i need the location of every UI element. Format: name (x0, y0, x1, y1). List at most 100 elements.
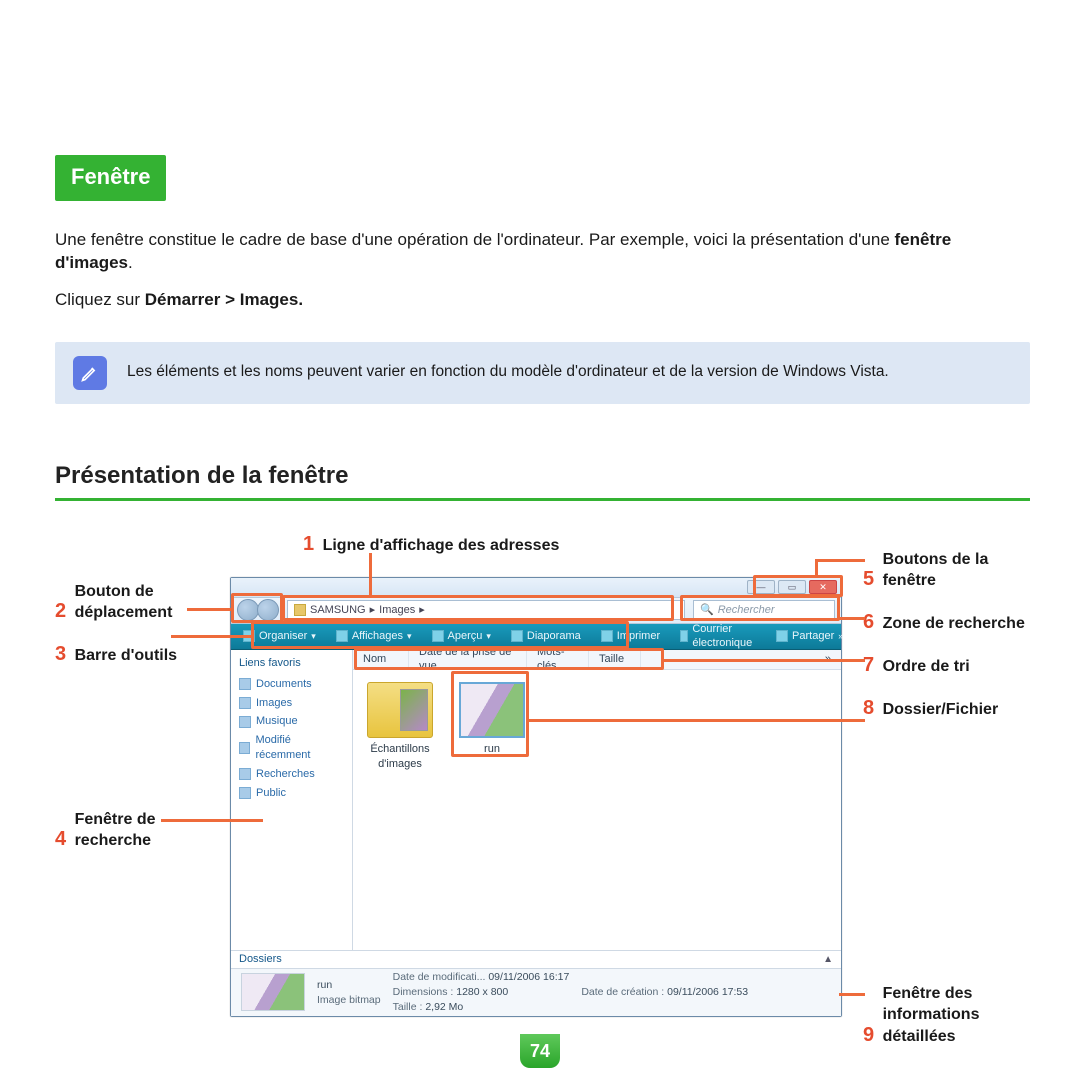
search-placeholder: Rechercher (718, 603, 775, 618)
breadcrumb-sep-icon: ▸ (370, 603, 376, 618)
details-thumbnail (241, 973, 305, 1011)
file-item[interactable]: run (457, 682, 527, 757)
details-mod-label: Date de modificati... (393, 971, 486, 983)
sidebar-item-label: Documents (256, 677, 312, 692)
nav-buttons (237, 599, 279, 621)
column-header-mots[interactable]: Mots-clés (527, 650, 589, 669)
intro-text-post: . (128, 253, 133, 272)
back-button[interactable] (237, 599, 259, 621)
details-created-col: Date de création : 09/11/2006 17:53 (581, 985, 748, 999)
intro-sentence-2: Cliquez sur Démarrer > Images. (55, 289, 1030, 312)
toolbar-courrier[interactable]: Courrier électronique (672, 620, 764, 654)
note-box: Les éléments et les noms peuvent varier … (55, 342, 1030, 404)
callout-number-5: 5 (863, 568, 874, 590)
breadcrumb-seg-1: SAMSUNG (310, 603, 366, 618)
sidebar-item[interactable]: Images (239, 694, 344, 713)
folder-icon (294, 604, 306, 616)
mail-icon (680, 630, 688, 642)
callout-number-3: 3 (55, 643, 66, 665)
intro-block: Une fenêtre constitue le cadre de base d… (55, 229, 1030, 312)
callout-text-4: Fenêtre de recherche (75, 809, 185, 852)
forward-button[interactable] (257, 599, 279, 621)
close-button[interactable]: ✕ (809, 580, 837, 594)
connector-line (839, 617, 865, 620)
minimize-button[interactable]: — (747, 580, 775, 594)
search-input[interactable]: 🔍 Rechercher (693, 600, 835, 620)
chevron-right-icon: » (838, 630, 843, 642)
details-dim-label: Dimensions : (393, 986, 454, 998)
column-header-date[interactable]: Date de la prise de vue (409, 650, 527, 669)
chevron-down-icon: ▾ (486, 630, 491, 642)
note-text: Les éléments et les noms peuvent varier … (127, 362, 889, 383)
connector-line (663, 659, 865, 662)
toolbar-label: Partager (792, 629, 834, 644)
toolbar-label: Organiser (259, 629, 307, 644)
sidebar-item[interactable]: Recherches (239, 765, 344, 784)
callout-text-8: Dossier/Fichier (883, 701, 999, 718)
callout-number-2: 2 (55, 600, 66, 622)
doc-icon (239, 678, 251, 690)
folders-toggle-bar[interactable]: Dossiers ▲ (231, 950, 841, 968)
recent-icon (239, 742, 250, 754)
details-created-value: 09/11/2006 17:53 (667, 986, 748, 998)
sidebar-item-label: Public (256, 786, 286, 801)
file-grid: Échantillons d'images run (353, 670, 841, 950)
callout-text-9: Fenêtre des informations détaillées (883, 983, 1023, 1048)
toolbar-label: Imprimer (617, 629, 660, 644)
file-label: Échantillons d'images (365, 742, 435, 772)
details-name-col: run Image bitmap (317, 978, 381, 1007)
sidebar-item[interactable]: Documents (239, 675, 344, 694)
image-thumbnail (459, 682, 525, 738)
toolbar-affichages[interactable]: Affichages▾ (328, 627, 420, 646)
callout-number-4: 4 (55, 828, 66, 850)
sidebar-item[interactable]: Public (239, 784, 344, 803)
toolbar-apercu[interactable]: Aperçu▾ (424, 627, 499, 646)
address-bar[interactable]: SAMSUNG ▸ Images ▸ (287, 600, 685, 620)
toolbar-diaporama[interactable]: Diaporama (503, 627, 589, 646)
explorer-body: Liens favoris Documents Images Musique M… (231, 650, 841, 950)
column-header-taille[interactable]: Taille (589, 650, 641, 669)
subsection-title: Présentation de la fenêtre (55, 460, 1030, 501)
favorites-sidebar: Liens favoris Documents Images Musique M… (231, 650, 353, 950)
preview-icon (432, 630, 444, 642)
sidebar-item-label: Musique (256, 714, 298, 729)
folder-item[interactable]: Échantillons d'images (365, 682, 435, 772)
callout-number-1: 1 (303, 533, 314, 555)
sidebar-item-label: Recherches (256, 767, 315, 782)
connector-line (161, 819, 263, 822)
intro-text: Une fenêtre constitue le cadre de base d… (55, 230, 895, 249)
sidebar-item[interactable]: Musique (239, 712, 344, 731)
toolbar-label: Diaporama (527, 629, 581, 644)
callout-text-2: Bouton de déplacement (75, 581, 195, 624)
column-header-nom[interactable]: Nom (353, 650, 409, 669)
print-icon (601, 630, 613, 642)
image-icon (239, 697, 251, 709)
toolbar-imprimer[interactable]: Imprimer (593, 627, 668, 646)
connector-line (171, 635, 253, 638)
callout-text-1: Ligne d'affichage des adresses (323, 537, 560, 554)
connector-line (815, 559, 818, 577)
share-icon (776, 630, 788, 642)
content-area: Nom Date de la prise de vue Mots-clés Ta… (353, 650, 841, 950)
callout-number-9: 9 (863, 1024, 874, 1046)
view-icon (336, 630, 348, 642)
music-icon (239, 716, 251, 728)
toolbar-partager[interactable]: Partager » (768, 627, 851, 646)
connector-line (529, 719, 865, 722)
details-pane: run Image bitmap Date de modificati... 0… (231, 968, 841, 1016)
details-size-label: Taille : (393, 1001, 423, 1013)
callout-number-7: 7 (863, 654, 874, 676)
toolbar: Organiser ▾ Affichages▾ Aperçu▾ Diaporama… (231, 624, 841, 650)
search-icon: 🔍 (700, 603, 714, 618)
search-icon (239, 768, 251, 780)
breadcrumb-sep-icon: ▸ (419, 603, 425, 618)
intro-bold-2: Démarrer > Images. (145, 290, 303, 309)
section-tag: Fenêtre (55, 155, 166, 201)
callout-text-5: Boutons de la fenêtre (883, 549, 1003, 592)
maximize-button[interactable]: ▭ (778, 580, 806, 594)
connector-line (369, 553, 372, 595)
intro-text-2: Cliquez sur (55, 290, 145, 309)
connector-line (815, 559, 865, 562)
public-icon (239, 787, 251, 799)
sidebar-item[interactable]: Modifié récemment (239, 731, 344, 765)
